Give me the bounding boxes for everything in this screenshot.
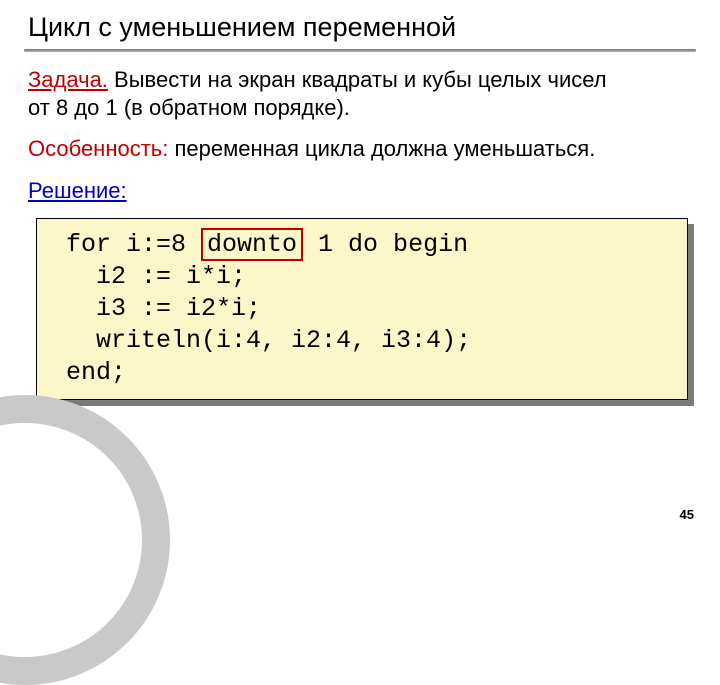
feature-paragraph: Особенность: переменная цикла должна уме… <box>28 135 692 163</box>
feature-text: переменная цикла должна уменьшаться. <box>168 136 595 161</box>
code-line2: i2 := i*i; <box>51 262 246 291</box>
slide: Цикл с уменьшением переменной Задача. Вы… <box>0 0 720 540</box>
task-label: Задача. <box>28 67 108 92</box>
decorative-ring <box>0 395 170 685</box>
code-box: for i:=8 downto 1 do begin i2 := i*i; i3… <box>36 218 688 400</box>
slide-title: Цикл с уменьшением переменной <box>24 12 696 43</box>
task-text-line2: от 8 до 1 (в обратном порядке). <box>28 95 350 120</box>
slide-content: Задача. Вывести на экран квадраты и кубы… <box>24 66 696 400</box>
solution-label: Решение: <box>28 178 127 203</box>
code-line5: end; <box>51 358 126 387</box>
title-divider <box>24 49 696 52</box>
code-line4: writeln(i:4, i2:4, i3:4); <box>51 326 471 355</box>
page-number: 45 <box>680 507 694 522</box>
feature-label: Особенность: <box>28 136 168 161</box>
code-block: for i:=8 downto 1 do begin i2 := i*i; i3… <box>36 218 688 400</box>
code-line1b: 1 do begin <box>303 230 468 259</box>
downto-keyword: downto <box>201 228 303 261</box>
solution-paragraph: Решение: <box>28 177 692 205</box>
task-text-line1: Вывести на экран квадраты и кубы целых ч… <box>108 67 607 92</box>
task-paragraph: Задача. Вывести на экран квадраты и кубы… <box>28 66 692 121</box>
code-line3: i3 := i2*i; <box>51 294 261 323</box>
code-line1a: for i:=8 <box>51 230 201 259</box>
